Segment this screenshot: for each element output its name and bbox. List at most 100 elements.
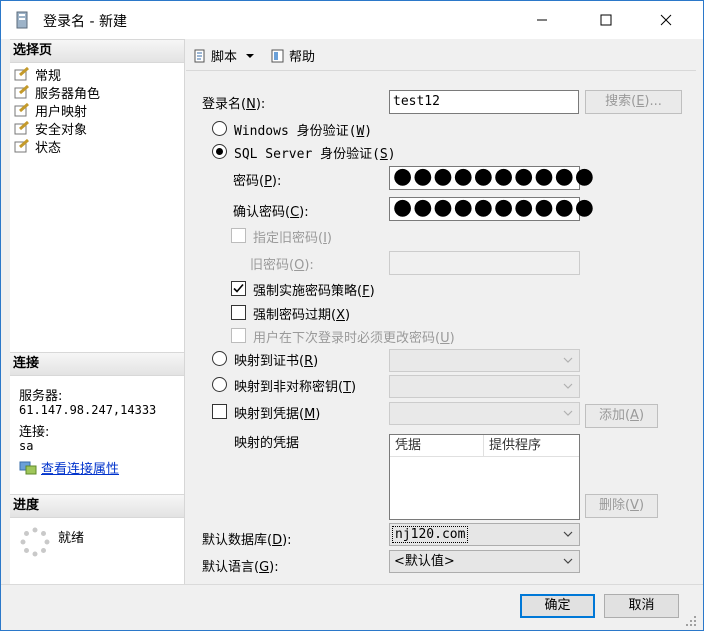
help-button[interactable]: 帮助 (270, 46, 315, 65)
page-item-user-mapping[interactable]: 用户映射 (14, 101, 88, 120)
page-item-general[interactable]: 常规 (14, 65, 62, 84)
map-to-asymmetric-key-radio[interactable] (212, 377, 227, 392)
connection-properties-icon (19, 461, 37, 474)
connection-label: 连接: (19, 425, 50, 440)
chevron-down-icon (563, 357, 573, 363)
minimize-button[interactable] (519, 1, 565, 39)
page-item-label: 状态 (35, 140, 62, 156)
certificate-select[interactable] (389, 349, 580, 372)
default-database-value: nj120.com (392, 526, 469, 543)
close-button[interactable] (643, 1, 689, 39)
page-wrench-icon (14, 139, 29, 153)
page-item-server-roles[interactable]: 服务器角色 (14, 83, 101, 102)
windows-auth-radio[interactable] (212, 121, 227, 136)
map-to-certificate-label: 映射到证书(R) (234, 354, 319, 369)
mapped-credentials-header: 凭据 提供程序 (390, 435, 579, 457)
sql-auth-radio[interactable] (212, 144, 227, 159)
chevron-down-icon (246, 53, 255, 58)
resize-grip-icon[interactable] (685, 615, 697, 627)
server-value: 61.147.98.247,14333 (19, 403, 157, 417)
page-wrench-icon (14, 121, 29, 135)
ok-button[interactable]: 确定 (520, 594, 595, 618)
close-icon (660, 14, 672, 26)
asymmetric-key-select[interactable] (389, 375, 580, 398)
password-input[interactable]: ●●●●●●●●●● (389, 166, 594, 190)
add-credential-button[interactable]: 添加(A) (585, 404, 658, 428)
maximize-button[interactable] (583, 1, 629, 39)
page-item-securables[interactable]: 安全对象 (14, 119, 88, 138)
windows-auth-label: Windows 身份验证(W) (234, 124, 373, 139)
page-item-status[interactable]: 状态 (14, 137, 62, 156)
script-icon (194, 49, 205, 62)
page-item-label: 服务器角色 (35, 86, 101, 102)
checkmark-icon (233, 283, 244, 293)
remove-credential-button[interactable]: 删除(V) (585, 494, 658, 518)
map-to-credential-label: 映射到凭据(M) (234, 407, 321, 422)
default-language-select[interactable]: <默认值> (389, 550, 580, 573)
must-change-label: 用户在下次登录时必须更改密码(U) (253, 331, 455, 346)
enforce-expiration-checkbox[interactable] (231, 305, 246, 320)
page-item-label: 安全对象 (35, 122, 88, 138)
sql-auth-label: SQL Server 身份验证(S) (234, 147, 396, 162)
server-label: 服务器: (19, 389, 63, 404)
credential-select[interactable] (389, 402, 580, 425)
specify-old-password-checkbox[interactable] (231, 228, 246, 243)
map-to-credential-checkbox[interactable] (212, 404, 227, 419)
specify-old-password-label: 指定旧密码(I) (253, 231, 332, 246)
script-label: 脚本 (211, 50, 238, 65)
script-button[interactable]: 脚本 (192, 46, 255, 65)
default-database-label: 默认数据库(D): (202, 533, 292, 548)
mapped-credentials-label: 映射的凭据 (234, 436, 300, 451)
toolbar: 脚本 帮助 (186, 39, 696, 71)
page-wrench-icon (14, 85, 29, 99)
confirm-password-label: 确认密码(C): (233, 205, 309, 220)
title-bar[interactable]: 登录名 - 新建 (1, 1, 703, 39)
default-language-value: <默认值> (394, 554, 455, 569)
default-database-select[interactable]: nj120.com (389, 523, 580, 546)
progress-spinner-icon (20, 527, 50, 557)
minimize-icon (537, 19, 547, 21)
column-header-credential[interactable]: 凭据 (390, 435, 484, 456)
page-wrench-icon (14, 103, 29, 117)
help-label: 帮助 (289, 50, 316, 65)
old-password-label: 旧密码(O): (250, 258, 314, 273)
chevron-down-icon (563, 531, 573, 537)
login-name-label: 登录名(N): (202, 97, 266, 112)
maximize-icon (600, 14, 612, 26)
old-password-input[interactable] (389, 251, 580, 275)
chevron-down-icon (563, 558, 573, 564)
map-to-certificate-radio[interactable] (212, 351, 227, 366)
default-language-label: 默认语言(G): (202, 560, 279, 575)
column-header-provider[interactable]: 提供程序 (484, 435, 579, 456)
left-pane: 选择页 常规 服务器角色 用户映射 安全对象 状态 连接 服务器: 61.147… (10, 39, 185, 584)
enforce-expiration-label: 强制密码过期(X) (253, 308, 351, 323)
right-pane: 脚本 帮助 登录名(N): test12 搜索(E)... Windows 身份… (186, 39, 696, 584)
enforce-policy-checkbox[interactable] (231, 281, 246, 296)
help-icon (271, 49, 284, 62)
login-new-dialog: 登录名 - 新建 选择页 常规 服务器角色 用户映射 安全对象 状态 连接 服务… (0, 0, 704, 631)
search-button[interactable]: 搜索(E)... (585, 90, 682, 114)
page-item-label: 用户映射 (35, 104, 88, 120)
connection-header: 连接 (10, 352, 184, 376)
confirm-password-input[interactable]: ●●●●●●●●●● (389, 197, 594, 221)
chevron-down-icon (563, 383, 573, 389)
connection-value: sa (19, 439, 34, 453)
password-label: 密码(P): (233, 174, 282, 189)
enforce-policy-label: 强制实施密码策略(F) (253, 284, 375, 299)
dialog-footer: 确定 取消 (1, 584, 703, 630)
page-wrench-icon (14, 67, 29, 81)
must-change-checkbox[interactable] (231, 328, 246, 343)
view-connection-properties-link[interactable]: 查看连接属性 (19, 458, 119, 477)
mapped-credentials-list[interactable]: 凭据 提供程序 (389, 434, 580, 520)
progress-header: 进度 (10, 494, 184, 518)
chevron-down-icon (563, 410, 573, 416)
cancel-button[interactable]: 取消 (604, 594, 679, 618)
view-connection-properties-label: 查看连接属性 (41, 462, 120, 477)
progress-status: 就绪 (58, 531, 85, 546)
login-name-input[interactable]: test12 (389, 90, 579, 114)
login-app-icon (16, 11, 28, 29)
window-title: 登录名 - 新建 (43, 14, 127, 30)
map-to-asymmetric-key-label: 映射到非对称密钥(T) (234, 380, 357, 395)
page-item-label: 常规 (35, 68, 62, 84)
select-page-header: 选择页 (10, 39, 184, 63)
